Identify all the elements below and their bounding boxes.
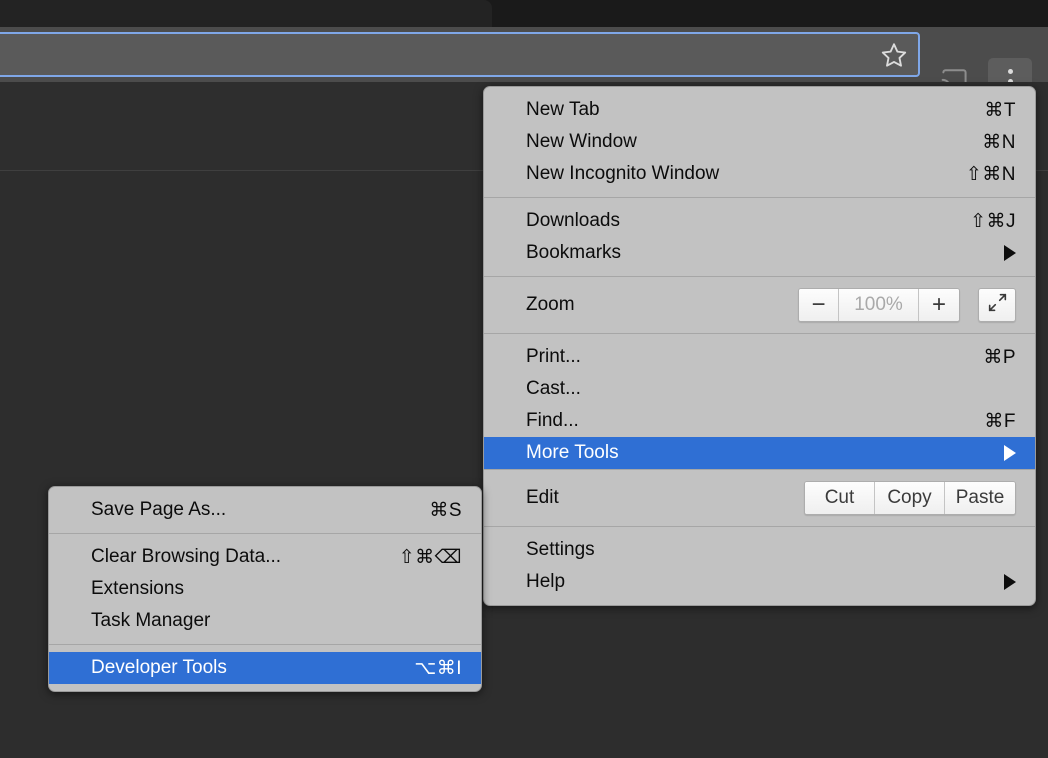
chevron-right-icon <box>1004 445 1016 461</box>
menu-item-label: Developer Tools <box>91 657 227 678</box>
chrome-main-menu: New Tab ⌘T New Window ⌘N New Incognito W… <box>483 86 1036 606</box>
zoom-segmented-control: − 100% + <box>798 288 960 322</box>
menu-item-help[interactable]: Help <box>484 566 1035 598</box>
tab-strip <box>0 0 1048 27</box>
menu-item-label: Bookmarks <box>526 242 622 263</box>
menu-item-label: Extensions <box>91 578 184 599</box>
paste-button[interactable]: Paste <box>945 482 1015 514</box>
menu-item-label: Help <box>526 571 566 592</box>
menu-item-find[interactable]: Find... ⌘F <box>484 405 1035 437</box>
menu-item-label: Task Manager <box>91 610 211 631</box>
menu-item-label: New Window <box>526 131 637 152</box>
browser-tab[interactable] <box>0 0 492 27</box>
copy-button[interactable]: Copy <box>875 482 945 514</box>
menu-item-label: More Tools <box>526 442 619 463</box>
fullscreen-expand-icon <box>987 292 1008 319</box>
menu-item-label: Find... <box>526 410 579 431</box>
more-tools-submenu: Save Page As... ⌘S Clear Browsing Data..… <box>48 486 482 692</box>
menu-item-shortcut: ⇧⌘J <box>970 210 1016 232</box>
menu-row-zoom: Zoom − 100% + <box>484 277 1035 333</box>
submenu-item-task-manager[interactable]: Task Manager <box>49 605 481 637</box>
submenu-item-developer-tools[interactable]: Developer Tools ⌥⌘I <box>49 652 481 684</box>
zoom-level-value: 100% <box>839 289 919 321</box>
menu-item-shortcut: ⌘N <box>982 131 1016 153</box>
submenu-item-clear-browsing-data[interactable]: Clear Browsing Data... ⇧⌘⌫ <box>49 541 481 573</box>
menu-item-print[interactable]: Print... ⌘P <box>484 341 1035 373</box>
menu-item-label: New Tab <box>526 99 600 120</box>
menu-item-new-window[interactable]: New Window ⌘N <box>484 126 1035 158</box>
menu-top-padding <box>484 87 1035 94</box>
menu-dot-icon <box>1007 68 1013 74</box>
menu-row-edit: Edit Cut Copy Paste <box>484 470 1035 526</box>
menu-item-downloads[interactable]: Downloads ⇧⌘J <box>484 205 1035 237</box>
menu-item-label: Settings <box>526 539 595 560</box>
plus-icon: + <box>931 291 946 318</box>
bookmark-star-icon[interactable] <box>880 41 908 69</box>
zoom-out-button[interactable]: − <box>799 289 839 321</box>
menu-item-shortcut: ⌥⌘I <box>414 657 462 679</box>
address-bar-input[interactable] <box>10 34 840 75</box>
menu-item-shortcut: ⌘P <box>983 346 1016 368</box>
menu-item-new-incognito-window[interactable]: New Incognito Window ⇧⌘N <box>484 158 1035 190</box>
menu-item-label: Save Page As... <box>91 499 227 520</box>
zoom-label: Zoom <box>526 294 575 315</box>
fullscreen-button[interactable] <box>978 288 1016 322</box>
minus-icon: − <box>811 291 826 318</box>
browser-chrome <box>0 0 1048 104</box>
menu-item-label: Print... <box>526 346 581 367</box>
submenu-item-save-page-as[interactable]: Save Page As... ⌘S <box>49 494 481 526</box>
submenu-item-extensions[interactable]: Extensions <box>49 573 481 605</box>
menu-item-label: New Incognito Window <box>526 163 720 184</box>
menu-item-settings[interactable]: Settings <box>484 534 1035 566</box>
menu-item-shortcut: ⇧⌘⌫ <box>398 546 462 568</box>
menu-item-label: Downloads <box>526 210 620 231</box>
menu-item-cast[interactable]: Cast... <box>484 373 1035 405</box>
menu-item-label: Cast... <box>526 378 581 399</box>
browser-toolbar <box>0 27 1048 104</box>
chevron-right-icon <box>1004 245 1016 261</box>
cut-button[interactable]: Cut <box>805 482 875 514</box>
menu-item-bookmarks[interactable]: Bookmarks <box>484 237 1035 269</box>
menu-item-shortcut: ⌘S <box>429 499 462 521</box>
omnibox[interactable] <box>0 32 920 77</box>
edit-segmented-control: Cut Copy Paste <box>804 481 1016 515</box>
menu-item-shortcut: ⌘F <box>984 410 1016 432</box>
menu-item-shortcut: ⌘T <box>984 99 1016 121</box>
menu-item-shortcut: ⇧⌘N <box>965 163 1016 185</box>
zoom-in-button[interactable]: + <box>919 289 959 321</box>
edit-label: Edit <box>526 487 559 508</box>
menu-item-more-tools[interactable]: More Tools <box>484 437 1035 469</box>
chevron-right-icon <box>1004 574 1016 590</box>
menu-item-label: Clear Browsing Data... <box>91 546 282 567</box>
menu-item-new-tab[interactable]: New Tab ⌘T <box>484 94 1035 126</box>
